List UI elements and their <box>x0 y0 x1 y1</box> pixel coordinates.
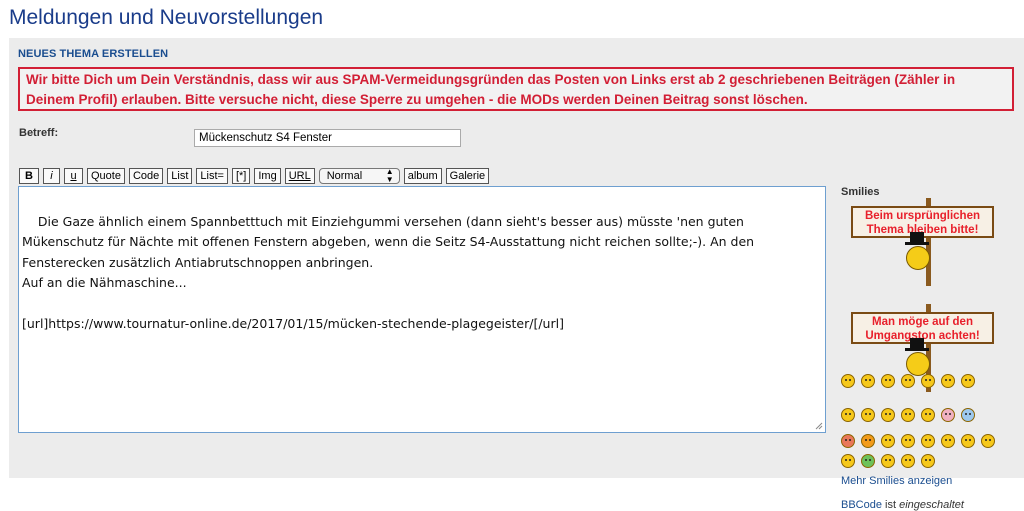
top-hat-icon <box>905 232 929 245</box>
surprised-smiley-icon[interactable] <box>901 374 915 388</box>
biggrin-smiley-icon[interactable] <box>921 454 935 468</box>
bbcode-toolbar: B i u Quote Code List List= [*] Img URL … <box>19 166 490 184</box>
smiley-row-3 <box>841 434 995 448</box>
subject-input[interactable] <box>194 129 461 147</box>
smiley-head-icon <box>906 352 930 376</box>
smiley-row-1 <box>841 374 975 388</box>
confused-smiley-icon[interactable] <box>941 374 955 388</box>
evil-smiley-icon[interactable] <box>961 408 975 422</box>
wink-smiley-icon[interactable] <box>901 434 915 448</box>
bbcode-status: BBCode ist eingeschaltet <box>841 499 964 511</box>
bbcode-status-text: ist <box>885 499 897 511</box>
more-smilies-link[interactable]: Mehr Smilies anzeigen <box>841 475 952 487</box>
font-size-select[interactable]: Normal ▲ ▼ <box>318 166 400 184</box>
list-ordered-button[interactable]: List= <box>196 167 228 184</box>
shocked-smiley-icon[interactable] <box>921 374 935 388</box>
cry-smiley-icon[interactable] <box>941 408 955 422</box>
smiley-head-icon <box>906 246 930 270</box>
spam-warning-box: Wir bitte Dich um Dein Verständnis, dass… <box>18 67 1014 111</box>
message-textarea[interactable]: Die Gaze ähnlich einem Spannbetttuch mit… <box>18 186 826 433</box>
sad-smiley-icon[interactable] <box>881 374 895 388</box>
url-button[interactable]: URL <box>284 167 315 184</box>
idea-smiley-icon[interactable] <box>961 434 975 448</box>
font-size-value: Normal <box>326 169 363 182</box>
subject-label: Betreff: <box>19 127 59 139</box>
exclaim-smiley-icon[interactable] <box>921 434 935 448</box>
album-button[interactable]: album <box>403 167 442 184</box>
section-heading: NEUES THEMA ERSTELLEN <box>18 48 169 60</box>
laughing-smiley-icon[interactable] <box>841 408 855 422</box>
rolleyes-smiley-icon[interactable] <box>881 434 895 448</box>
bbcode-status-state: eingeschaltet <box>899 499 964 511</box>
img-button[interactable]: Img <box>254 167 281 184</box>
resize-grip-icon[interactable] <box>815 422 823 430</box>
galerie-button[interactable]: Galerie <box>445 167 490 184</box>
razz-smiley-icon[interactable] <box>901 408 915 422</box>
cool-smiley-icon[interactable] <box>961 374 975 388</box>
tongue-smiley-icon[interactable] <box>921 408 935 422</box>
eek-smiley-icon[interactable] <box>901 454 915 468</box>
twisted-smiley-icon[interactable] <box>841 434 855 448</box>
message-text: Die Gaze ähnlich einem Spannbetttuch mit… <box>22 213 755 332</box>
smiley-row-2 <box>841 408 975 422</box>
bbcode-link[interactable]: BBCode <box>841 499 882 511</box>
underline-button[interactable]: u <box>64 167 83 184</box>
smilies-title: Smilies <box>841 186 880 198</box>
happy-smiley-icon[interactable] <box>861 408 875 422</box>
neutral-smiley-icon[interactable] <box>841 454 855 468</box>
code-button[interactable]: Code <box>128 167 164 184</box>
list-item-button[interactable]: [*] <box>231 167 251 184</box>
top-hat-icon <box>905 338 929 351</box>
mrgreen-smiley-icon[interactable] <box>881 454 895 468</box>
spam-warning-text: Wir bitte Dich um Dein Verständnis, dass… <box>26 72 956 107</box>
arrow-smiley-icon[interactable] <box>981 434 995 448</box>
list-button[interactable]: List <box>167 167 193 184</box>
page-title: Meldungen und Neuvorstellungen <box>9 6 324 29</box>
green-smiley-icon[interactable] <box>861 454 875 468</box>
new-topic-panel: NEUES THEMA ERSTELLEN Wir bitte Dich um … <box>9 38 1024 511</box>
select-arrows-icon: ▲ ▼ <box>385 166 394 184</box>
smiley-sign-topic[interactable]: Beim ursprünglichen Thema bleiben bitte! <box>841 198 999 286</box>
mad-smiley-icon[interactable] <box>881 408 895 422</box>
devil-smiley-icon[interactable] <box>861 434 875 448</box>
bold-button[interactable]: B <box>19 167 39 184</box>
italic-button[interactable]: i <box>43 167 60 184</box>
smiley-row-4 <box>841 454 935 468</box>
grin-smiley-icon[interactable] <box>841 374 855 388</box>
smile-smiley-icon[interactable] <box>861 374 875 388</box>
quote-button[interactable]: Quote <box>87 167 125 184</box>
question-smiley-icon[interactable] <box>941 434 955 448</box>
